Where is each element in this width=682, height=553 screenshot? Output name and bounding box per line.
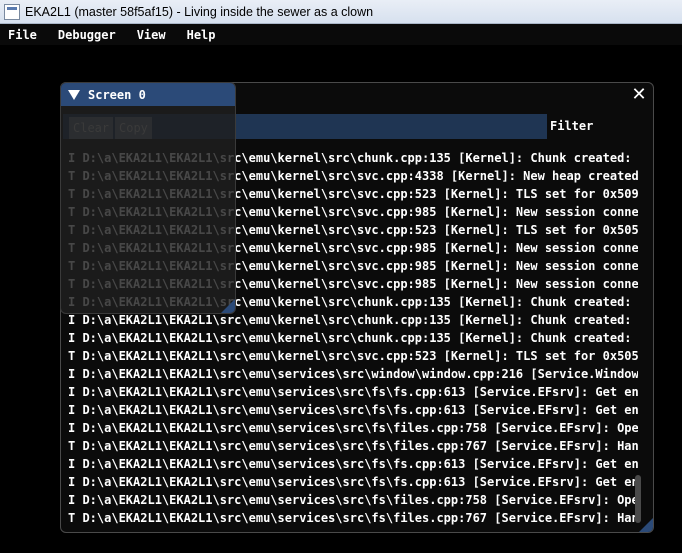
clear-button[interactable]: Clear xyxy=(69,117,114,139)
log-line: I D:\a\EKA2L1\EKA2L1\src\emu\services\sr… xyxy=(68,403,638,417)
collapse-triangle-icon[interactable] xyxy=(68,89,80,100)
menu-view[interactable]: View xyxy=(134,28,169,42)
menu-bar: File Debugger View Help xyxy=(0,24,682,45)
close-icon[interactable]: ✕ xyxy=(631,86,647,104)
filter-label: Filter xyxy=(550,119,594,133)
menu-help[interactable]: Help xyxy=(184,28,219,42)
log-line: I D:\a\EKA2L1\EKA2L1\src\emu\services\sr… xyxy=(68,475,638,489)
log-scrollbar[interactable] xyxy=(635,475,641,523)
menu-debugger[interactable]: Debugger xyxy=(55,28,119,42)
log-line: T D:\a\EKA2L1\EKA2L1\src\emu\kernel\src\… xyxy=(68,349,638,363)
log-line: I D:\a\EKA2L1\EKA2L1\src\emu\services\sr… xyxy=(68,367,638,381)
window-title: EKA2L1 (master 58f5af15) - Living inside… xyxy=(25,4,374,19)
log-line: I D:\a\EKA2L1\EKA2L1\src\emu\services\sr… xyxy=(68,493,638,507)
log-line: I D:\a\EKA2L1\EKA2L1\src\emu\kernel\src\… xyxy=(68,331,632,345)
log-line: I D:\a\EKA2L1\EKA2L1\src\emu\services\sr… xyxy=(68,457,638,471)
resize-grip[interactable] xyxy=(639,518,653,532)
window-titlebar: EKA2L1 (master 58f5af15) - Living inside… xyxy=(0,0,682,24)
copy-button[interactable]: Copy xyxy=(115,117,152,139)
log-line: T D:\a\EKA2L1\EKA2L1\src\emu\services\sr… xyxy=(68,439,638,453)
screen-window-title: Screen 0 xyxy=(88,87,146,102)
app-icon xyxy=(4,3,20,20)
log-line: I D:\a\EKA2L1\EKA2L1\src\emu\services\sr… xyxy=(68,385,638,399)
menu-file[interactable]: File xyxy=(5,28,40,42)
screen-resize-grip[interactable] xyxy=(221,299,235,313)
screen-window: Screen 0 Clear Copy xyxy=(60,82,236,314)
log-line: T D:\a\EKA2L1\EKA2L1\src\emu\services\sr… xyxy=(68,511,638,525)
log-line: I D:\a\EKA2L1\EKA2L1\src\emu\services\sr… xyxy=(68,421,638,435)
screen-window-titlebar[interactable]: Screen 0 xyxy=(61,83,235,106)
